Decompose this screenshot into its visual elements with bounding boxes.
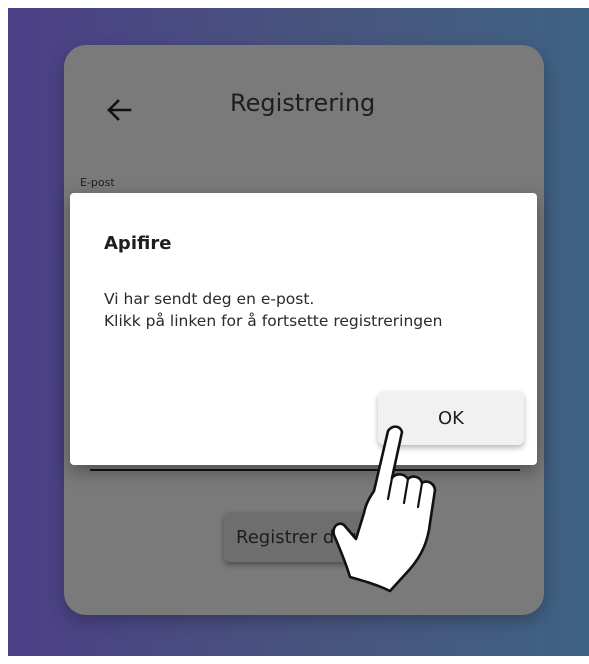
arrow-left-icon (107, 99, 132, 121)
register-button[interactable]: Registrer deg (224, 512, 384, 562)
dialog-title: Apifire (104, 233, 172, 254)
dialog-message-line-2: Klikk på linken for å fortsette registre… (104, 312, 443, 330)
back-button[interactable] (102, 93, 136, 127)
app-background: Registrering E-post Registrer deg Apifir… (8, 8, 589, 656)
page-title: Registrering (230, 89, 376, 117)
dialog-message: Vi har sendt deg en e-post. Klikk på lin… (104, 288, 524, 332)
email-field-label: E-post (80, 176, 115, 189)
dialog-message-line-1: Vi har sendt deg en e-post. (104, 290, 315, 308)
ok-button[interactable]: OK (378, 391, 524, 445)
alert-dialog: Apifire Vi har sendt deg en e-post. Klik… (70, 193, 537, 465)
email-field[interactable] (90, 469, 520, 471)
